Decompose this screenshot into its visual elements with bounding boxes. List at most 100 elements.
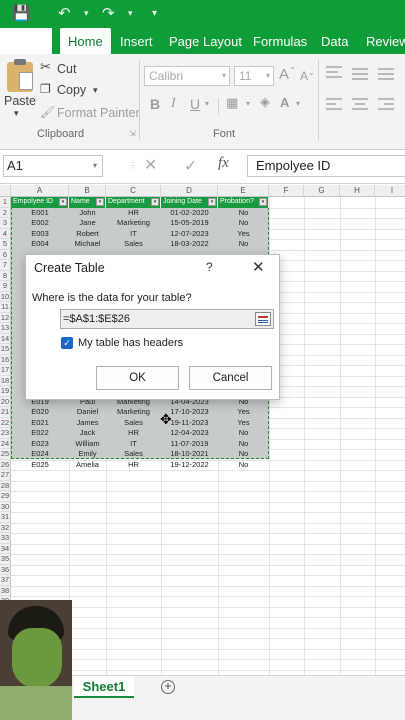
align-right-icon[interactable]: [378, 98, 394, 110]
table-cell[interactable]: Jack: [69, 428, 106, 439]
row-header[interactable]: 36: [0, 564, 11, 575]
align-center-icon[interactable]: [352, 98, 368, 110]
tab-page-layout[interactable]: Page Layout: [169, 28, 242, 54]
align-left-icon[interactable]: [326, 98, 342, 110]
row-header[interactable]: 15: [0, 344, 11, 355]
table-cell[interactable]: E021: [11, 418, 69, 429]
help-button[interactable]: ?: [206, 260, 213, 274]
column-header-a[interactable]: A: [11, 185, 69, 197]
bottom-align-icon[interactable]: [378, 68, 394, 80]
filter-dropdown-icon[interactable]: ▾: [208, 198, 216, 206]
table-header-cell[interactable]: Empolyee ID ▾: [11, 197, 69, 208]
row-header[interactable]: 28: [0, 480, 11, 491]
column-header-i[interactable]: I: [375, 185, 405, 197]
row-header[interactable]: 7: [0, 260, 11, 271]
format-painter-icon[interactable]: 🖌: [40, 105, 55, 119]
add-sheet-button[interactable]: +: [161, 680, 175, 694]
table-cell[interactable]: No: [218, 239, 269, 250]
copy-button[interactable]: Copy: [57, 83, 86, 97]
tab-data[interactable]: Data: [321, 28, 348, 54]
cut-icon[interactable]: ✂: [40, 60, 51, 75]
row-header[interactable]: 5: [0, 239, 11, 250]
column-header-c[interactable]: C: [106, 185, 161, 197]
table-cell[interactable]: No: [218, 439, 269, 450]
shrink-font-button[interactable]: A⌄: [300, 68, 315, 83]
table-cell[interactable]: Yes: [218, 407, 269, 418]
filter-dropdown-icon[interactable]: ▾: [59, 198, 67, 206]
underline-dropdown-icon[interactable]: ▾: [205, 99, 209, 108]
filter-dropdown-icon[interactable]: ▾: [151, 198, 159, 206]
table-cell[interactable]: Daniel: [69, 407, 106, 418]
column-header-e[interactable]: E: [218, 185, 269, 197]
table-cell[interactable]: 18-10-2021: [161, 449, 218, 460]
row-header[interactable]: 29: [0, 491, 11, 502]
row-header[interactable]: 20: [0, 396, 11, 407]
table-cell[interactable]: 11-07-2019: [161, 439, 218, 450]
table-cell[interactable]: Robert: [69, 229, 106, 240]
table-cell[interactable]: E022: [11, 428, 69, 439]
row-header[interactable]: 1: [0, 197, 11, 208]
table-cell[interactable]: IT: [106, 439, 161, 450]
cut-button[interactable]: Cut: [57, 62, 76, 76]
table-cell[interactable]: E002: [11, 218, 69, 229]
row-header[interactable]: 24: [0, 438, 11, 449]
row-header[interactable]: 23: [0, 428, 11, 439]
copy-icon[interactable]: ❐: [40, 82, 51, 96]
row-header[interactable]: 37: [0, 575, 11, 586]
table-cell[interactable]: Sales: [106, 239, 161, 250]
insert-function-icon[interactable]: fx: [218, 155, 229, 172]
cancel-button[interactable]: Cancel: [189, 366, 272, 390]
borders-icon[interactable]: ▦: [226, 96, 238, 111]
table-cell[interactable]: E003: [11, 229, 69, 240]
table-cell[interactable]: IT: [106, 229, 161, 240]
has-headers-checkbox[interactable]: ✓: [61, 337, 73, 349]
undo-icon[interactable]: ↶: [58, 4, 71, 22]
row-header[interactable]: 35: [0, 554, 11, 565]
tab-formulas[interactable]: Formulas: [253, 28, 307, 54]
table-cell[interactable]: E001: [11, 208, 69, 219]
bold-button[interactable]: B: [150, 96, 160, 112]
paste-icon[interactable]: [7, 59, 33, 92]
collapse-dialog-icon[interactable]: [255, 312, 271, 326]
row-header[interactable]: 19: [0, 386, 11, 397]
row-header[interactable]: 8: [0, 270, 11, 281]
row-header[interactable]: 27: [0, 470, 11, 481]
row-header[interactable]: 18: [0, 375, 11, 386]
select-all-corner[interactable]: [0, 185, 11, 197]
column-header-h[interactable]: H: [340, 185, 375, 197]
tab-review[interactable]: Review: [366, 28, 405, 54]
format-painter-button[interactable]: Format Painter: [57, 106, 140, 120]
row-header[interactable]: 22: [0, 417, 11, 428]
sheet-tab-sheet1[interactable]: Sheet1: [74, 676, 134, 698]
name-box[interactable]: A1 ▾: [3, 155, 103, 177]
row-header[interactable]: 34: [0, 543, 11, 554]
table-cell[interactable]: 15-05-2019: [161, 218, 218, 229]
table-cell[interactable]: No: [218, 208, 269, 219]
column-header-d[interactable]: D: [161, 185, 218, 197]
font-size-box[interactable]: 11 ▾: [234, 66, 274, 86]
row-header[interactable]: 12: [0, 312, 11, 323]
italic-button[interactable]: I: [171, 96, 176, 112]
table-cell[interactable]: 18-03-2022: [161, 239, 218, 250]
cancel-formula-icon[interactable]: ✕: [144, 155, 157, 174]
close-icon[interactable]: ✕: [252, 258, 265, 276]
table-cell[interactable]: Amelia: [69, 460, 106, 471]
row-header[interactable]: 17: [0, 365, 11, 376]
table-cell[interactable]: E004: [11, 239, 69, 250]
row-header[interactable]: 6: [0, 249, 11, 260]
column-header-b[interactable]: B: [69, 185, 106, 197]
underline-button[interactable]: U: [190, 96, 200, 112]
column-header-f[interactable]: F: [269, 185, 304, 197]
font-color-dropdown-icon[interactable]: ▾: [296, 99, 300, 108]
row-header[interactable]: 10: [0, 291, 11, 302]
row-header[interactable]: 4: [0, 228, 11, 239]
table-cell[interactable]: Emily: [69, 449, 106, 460]
paste-dropdown-icon[interactable]: ▾: [14, 108, 19, 119]
table-cell[interactable]: Sales: [106, 418, 161, 429]
enter-formula-icon[interactable]: ✓: [184, 156, 197, 175]
formula-input[interactable]: Empolyee ID: [247, 155, 405, 177]
row-header[interactable]: 16: [0, 354, 11, 365]
table-cell[interactable]: 19-12-2022: [161, 460, 218, 471]
customize-toolbar-icon[interactable]: ▾: [152, 8, 157, 19]
tab-insert[interactable]: Insert: [120, 28, 153, 54]
